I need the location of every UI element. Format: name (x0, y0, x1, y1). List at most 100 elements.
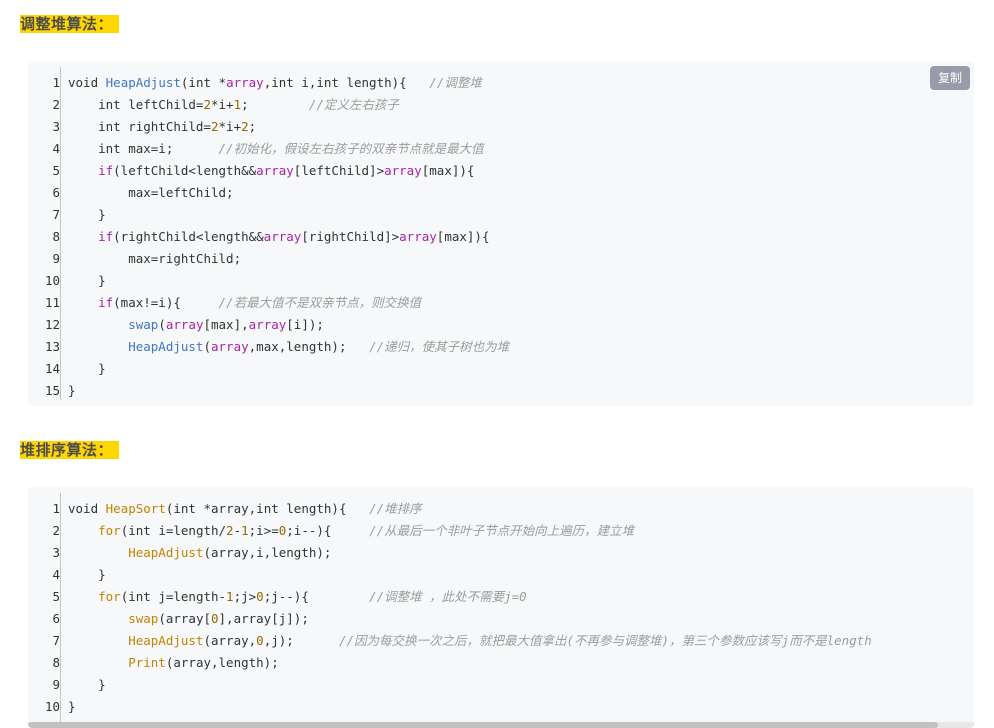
code-comment: //递归，使其子树也为堆 (369, 339, 510, 354)
code-line: int rightChild=2*i+2; (68, 116, 509, 138)
code-token: ;i>= (248, 523, 279, 538)
code-token: 1 (241, 523, 249, 538)
code-line: } (68, 380, 509, 402)
code-token: (array, (203, 633, 257, 648)
line-number: 2 (52, 523, 60, 538)
code-line: for(int j=length-1;j>0;j--){ //调整堆 ，此处不需… (68, 586, 872, 608)
code-token: swap (68, 317, 159, 332)
code-token: [leftChild]> (293, 163, 385, 178)
code-token: HeapAdjust (68, 545, 204, 560)
line-number: 14 (44, 361, 60, 376)
code-token: if (68, 229, 114, 244)
code-token: [i]); (286, 317, 324, 332)
code-token: ,j); (263, 633, 339, 648)
code-token: for (68, 589, 121, 604)
code-token: if (68, 295, 114, 310)
code-token: 1 (226, 589, 234, 604)
line-number: 5 (52, 589, 60, 604)
code-token: array (256, 163, 294, 178)
code-token: 2 (241, 119, 249, 134)
code-line: HeapAdjust(array,i,length); (68, 542, 872, 564)
line-number-gutter: 1 2 3 4 5 6 7 8 9 10 (28, 487, 60, 718)
code-token: ; (248, 119, 257, 134)
code-comment: //初始化，假设左右孩子的双亲节点就是最大值 (218, 141, 484, 156)
code-token: } (68, 361, 106, 376)
code-token: array (248, 317, 287, 332)
code-token: array (263, 229, 302, 244)
code-block-heap-sort: 1 2 3 4 5 6 7 8 9 10 void HeapSort(int *array,int… (28, 487, 974, 728)
code-token: *i+ (211, 97, 234, 112)
code-token: (int * (180, 75, 227, 90)
code-token: [max]){ (421, 163, 475, 178)
code-token: array (399, 229, 437, 244)
line-number: 7 (52, 633, 60, 648)
line-number: 12 (44, 317, 60, 332)
code-token: ( (158, 317, 166, 332)
code-token: ,max,length); (248, 339, 370, 354)
section-heading-heap-sort: 堆排序算法： (20, 441, 120, 459)
code-line: swap(array[max],array[i]); (68, 314, 509, 336)
code-token: } (68, 677, 106, 692)
line-number: 4 (52, 567, 60, 582)
code-block-heap-adjust: 1 2 3 4 5 6 7 8 9 10 11 12 13 14 15 void HeapAdjust(in… (28, 61, 974, 406)
code-token: max=rightChild; (68, 251, 242, 266)
code-comment: //调整堆 ，此处不需要j=0 (369, 589, 527, 604)
code-line: int max=i; //初始化，假设左右孩子的双亲节点就是最大值 (68, 138, 509, 160)
code-token: 0 (211, 611, 219, 626)
code-line: } (68, 270, 509, 292)
line-number: 9 (52, 251, 60, 266)
code-line: void HeapSort(int *array,int length){ //… (68, 498, 872, 520)
line-number: 7 (52, 207, 60, 222)
code-token: ; (241, 97, 309, 112)
code-line: } (68, 204, 509, 226)
code-token: HeapAdjust (105, 75, 181, 90)
line-number: 1 (52, 75, 60, 90)
code-comment: //堆排序 (369, 501, 422, 516)
line-number: 2 (52, 97, 60, 112)
code-token: 2 (226, 523, 234, 538)
code-line: swap(array[0],array[j]); (68, 608, 872, 630)
code-token: array (165, 317, 204, 332)
code-line: HeapAdjust(array,0,j); //因为每交换一次之后，就把最大值… (68, 630, 872, 652)
code-token: for (68, 523, 121, 538)
code-token: Print (68, 655, 166, 670)
code-token: 0 (256, 633, 264, 648)
code-token: ],array[j]); (218, 611, 309, 626)
code-token: - (233, 523, 242, 538)
code-token: } (68, 207, 106, 222)
code-line: } (68, 696, 872, 718)
code-token: ,int i,int length){ (263, 75, 430, 90)
code-token: HeapSort (105, 501, 166, 516)
code-line: } (68, 674, 872, 696)
code-token: (array[ (158, 611, 211, 626)
code-token: void (68, 501, 106, 516)
code-token: [rightChild]> (301, 229, 400, 244)
code-token: int max=i; (68, 141, 219, 156)
code-line: max=leftChild; (68, 182, 509, 204)
line-number: 15 (44, 383, 60, 398)
line-number: 9 (52, 677, 60, 692)
code-token: HeapAdjust (68, 339, 204, 354)
line-number-gutter: 1 2 3 4 5 6 7 8 9 10 11 12 13 14 15 (28, 61, 60, 402)
gutter-divider (60, 67, 61, 400)
code-token: 2 (211, 119, 219, 134)
code-line: if(rightChild<length&&array[rightChild]>… (68, 226, 509, 248)
code-token: void (68, 75, 106, 90)
code-token: (array,length); (165, 655, 279, 670)
code-comment: //从最后一个非叶子节点开始向上遍历，建立堆 (369, 523, 635, 538)
code-line: if(max!=i){ //若最大值不是双亲节点，则交换值 (68, 292, 509, 314)
code-token: int rightChild= (68, 119, 211, 134)
code-token: } (68, 383, 76, 398)
line-number: 3 (52, 119, 60, 134)
copy-button[interactable]: 复制 (930, 66, 970, 90)
horizontal-scrollbar[interactable] (28, 722, 974, 728)
line-number: 4 (52, 141, 60, 156)
code-token: (int *array,int length){ (165, 501, 370, 516)
code-line: Print(array,length); (68, 652, 872, 674)
scrollbar-thumb[interactable] (28, 722, 938, 728)
line-number: 5 (52, 163, 60, 178)
line-number: 10 (44, 273, 60, 288)
code-comment: //调整堆 (429, 75, 482, 90)
line-number: 13 (44, 339, 60, 354)
code-token: (max!=i){ (113, 295, 219, 310)
